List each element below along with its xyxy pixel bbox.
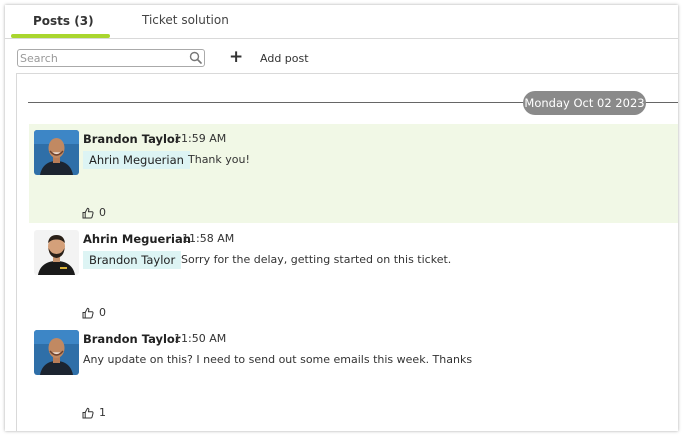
post-author[interactable]: Brandon Taylor [83, 332, 181, 346]
avatar[interactable] [34, 330, 79, 375]
mention-tag[interactable]: Ahrin Meguerian [83, 151, 190, 169]
active-tab-indicator [11, 34, 110, 38]
tab-ticket-solution[interactable]: Ticket solution [142, 13, 229, 27]
post-item: Ahrin Meguerian 11:58 AM Brandon Taylor … [29, 224, 678, 323]
post-author[interactable]: Ahrin Meguerian [83, 232, 191, 246]
search-input[interactable] [20, 51, 185, 65]
search-box[interactable] [17, 49, 205, 67]
date-badge: Monday Oct 02 2023 [523, 91, 646, 115]
plus-icon: + [229, 47, 244, 67]
post-time: 11:58 AM [182, 232, 235, 245]
post-message: Any update on this? I need to send out s… [83, 353, 473, 366]
post-feed: Monday Oct 02 2023 Brandon Taylor 11:59 … [16, 73, 678, 431]
post-message: Thank you! [188, 153, 250, 166]
avatar[interactable] [34, 130, 79, 175]
like-count: 1 [99, 406, 106, 419]
post-author[interactable]: Brandon Taylor [83, 132, 181, 146]
add-post-label: Add post [260, 52, 309, 65]
tab-posts[interactable]: Posts (3) [33, 14, 94, 28]
mention-tag[interactable]: Brandon Taylor [83, 251, 182, 269]
like-count: 0 [99, 306, 106, 319]
thumbs-up-icon [82, 307, 94, 319]
post-item: Brandon Taylor 11:50 AM Any update on th… [29, 324, 678, 423]
post-item: Brandon Taylor 11:59 AM Ahrin Meguerian … [29, 124, 678, 223]
thumbs-up-icon [82, 207, 94, 219]
thumbs-up-icon [82, 407, 94, 419]
posts-panel: Posts (3) Ticket solution + Add post Mon… [5, 5, 678, 431]
tab-bar: Posts (3) Ticket solution [5, 5, 678, 39]
like-count: 0 [99, 206, 106, 219]
post-time: 11:50 AM [174, 332, 227, 345]
search-icon[interactable] [189, 51, 202, 64]
post-time: 11:59 AM [174, 132, 227, 145]
avatar[interactable] [34, 230, 79, 275]
post-message: Sorry for the delay, getting started on … [181, 253, 452, 266]
